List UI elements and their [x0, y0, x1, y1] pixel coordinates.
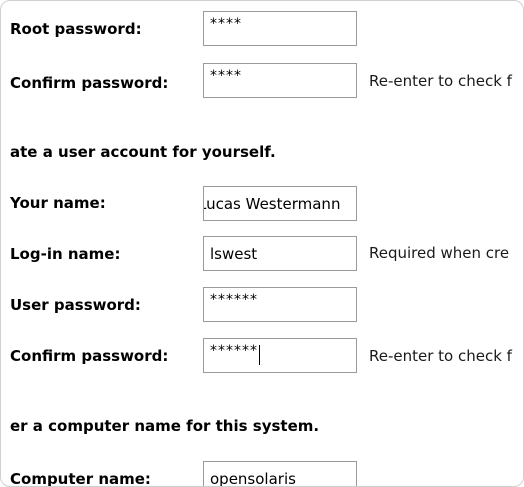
- computer-name-section-heading: er a computer name for this system.: [10, 417, 320, 435]
- user-password-value: ******: [210, 291, 258, 308]
- user-confirm-password-field[interactable]: ******: [203, 338, 357, 373]
- root-password-label: Root password:: [10, 20, 142, 38]
- text-cursor: [259, 344, 260, 365]
- installer-users-panel: Root password: **** Confirm password: **…: [0, 0, 524, 487]
- login-name-value: lswest: [210, 244, 258, 263]
- your-name-value: Lucas Westermann: [203, 194, 341, 213]
- root-confirm-password-field[interactable]: ****: [203, 63, 357, 98]
- user-confirm-hint: Re-enter to check f: [369, 347, 512, 365]
- your-name-field[interactable]: Lucas Westermann: [203, 186, 357, 221]
- root-confirm-password-label: Confirm password:: [10, 74, 169, 92]
- user-password-label: User password:: [10, 296, 141, 314]
- login-name-field[interactable]: lswest: [203, 236, 357, 271]
- login-name-hint: Required when cre: [369, 244, 510, 262]
- computer-name-value: opensolaris: [210, 469, 296, 487]
- user-confirm-password-label: Confirm password:: [10, 347, 169, 365]
- login-name-label: Log-in name:: [10, 245, 121, 263]
- user-password-field[interactable]: ******: [203, 287, 357, 322]
- root-password-value: ****: [210, 15, 242, 32]
- user-account-section-heading: ate a user account for yourself.: [10, 143, 276, 161]
- computer-name-label: Computer name:: [10, 470, 151, 487]
- root-confirm-password-value: ****: [210, 67, 242, 84]
- computer-name-field[interactable]: opensolaris: [203, 461, 357, 487]
- root-password-field[interactable]: ****: [203, 11, 357, 46]
- your-name-label: Your name:: [10, 194, 106, 212]
- root-confirm-hint: Re-enter to check f: [369, 72, 512, 90]
- user-confirm-password-value: ******: [210, 342, 258, 359]
